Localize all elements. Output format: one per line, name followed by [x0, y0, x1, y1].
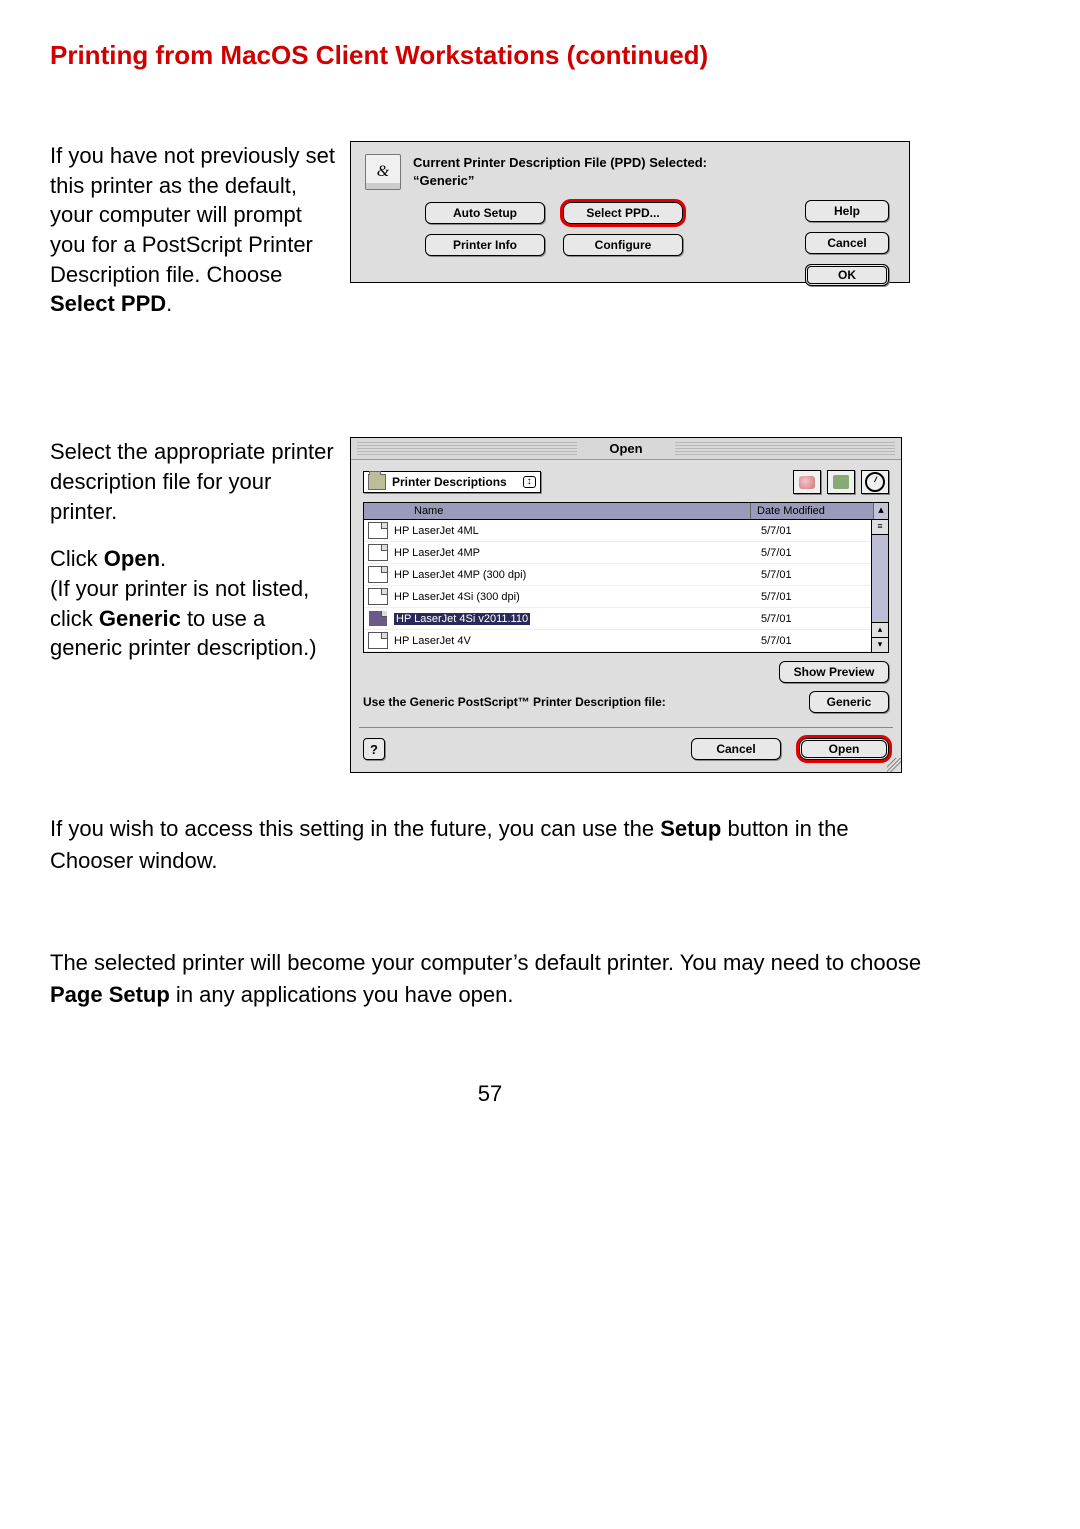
generic-label: Use the Generic PostScript™ Printer Desc… — [363, 695, 666, 709]
file-name: HP LaserJet 4Si v2011.110 — [394, 613, 761, 625]
column-name-header[interactable]: Name — [364, 503, 751, 519]
disk-icon — [799, 476, 815, 489]
auto-setup-button[interactable]: Auto Setup — [425, 202, 545, 224]
file-date: 5/7/01 — [761, 525, 867, 537]
column-date-header[interactable]: Date Modified — [751, 503, 874, 519]
open-cancel-button[interactable]: Cancel — [691, 738, 781, 760]
folder-popup[interactable]: Printer Descriptions ↕ — [363, 471, 541, 493]
open-confirm-button[interactable]: Open — [799, 738, 889, 760]
scrollbar[interactable]: ≡ ▴ ▾ — [871, 520, 888, 652]
popup-arrows-icon: ↕ — [523, 476, 536, 488]
printer-info-button[interactable]: Printer Info — [425, 234, 545, 256]
after1-pre: If you wish to access this setting in th… — [50, 816, 660, 841]
instr1-bold: Select PPD — [50, 291, 166, 316]
shortcut-button[interactable] — [793, 470, 821, 494]
scroll-thumb-icon[interactable]: ≡ — [872, 520, 888, 535]
file-row[interactable]: HP LaserJet 4ML5/7/01 — [364, 520, 871, 542]
configure-button[interactable]: Configure — [563, 234, 683, 256]
file-row[interactable]: HP LaserJet 4Si (300 dpi)5/7/01 — [364, 586, 871, 608]
scroll-up-button[interactable]: ▴ — [872, 622, 888, 637]
file-name: HP LaserJet 4Si (300 dpi) — [394, 591, 761, 603]
sort-indicator[interactable]: ▴ — [874, 503, 888, 519]
page-heading: Printing from MacOS Client Workstations … — [50, 40, 930, 71]
document-icon — [368, 566, 388, 583]
instruction-block-1: If you have not previously set this prin… — [50, 141, 350, 337]
file-name: HP LaserJet 4MP (300 dpi) — [394, 569, 761, 581]
file-row[interactable]: HP LaserJet 4MP (300 dpi)5/7/01 — [364, 564, 871, 586]
resize-handle-icon[interactable] — [887, 758, 901, 772]
after-text-2: The selected printer will become your co… — [50, 947, 930, 1011]
desktop-button[interactable] — [827, 470, 855, 494]
divider — [359, 727, 893, 728]
file-name: HP LaserJet 4V — [394, 635, 761, 647]
ppd-dialog-subtitle: “Generic” — [413, 173, 474, 188]
clock-icon — [865, 472, 885, 492]
instr1-text: If you have not previously set this prin… — [50, 143, 335, 287]
ppd-dialog: & Current Printer Description File (PPD)… — [350, 141, 910, 283]
document-icon — [368, 610, 388, 627]
file-row[interactable]: HP LaserJet 4V5/7/01 — [364, 630, 871, 652]
folder-icon — [368, 474, 386, 490]
help-icon-button[interactable]: ? — [363, 738, 385, 760]
document-icon — [368, 522, 388, 539]
document-icon — [368, 544, 388, 561]
instr1-post: . — [166, 291, 172, 316]
instr2-p2-pre: Click — [50, 546, 104, 571]
ok-button[interactable]: OK — [805, 264, 889, 286]
help-button[interactable]: Help — [805, 200, 889, 222]
file-date: 5/7/01 — [761, 613, 867, 625]
after-text-1: If you wish to access this setting in th… — [50, 813, 930, 877]
file-date: 5/7/01 — [761, 569, 867, 581]
file-list: Name Date Modified ▴ HP LaserJet 4ML5/7/… — [363, 502, 889, 653]
file-date: 5/7/01 — [761, 635, 867, 647]
instr2-p2-bold: Open — [104, 546, 160, 571]
after2-bold: Page Setup — [50, 982, 170, 1007]
document-icon — [368, 632, 388, 649]
file-date: 5/7/01 — [761, 547, 867, 559]
instruction-block-2: Select the appropriate printer descripti… — [50, 437, 350, 681]
show-preview-button[interactable]: Show Preview — [779, 661, 889, 683]
printer-icon: & — [365, 154, 401, 190]
after2-post: in any applications you have open. — [170, 982, 514, 1007]
generic-button[interactable]: Generic — [809, 691, 889, 713]
page-number: 57 — [50, 1081, 930, 1107]
open-dialog: Open Printer Descriptions ↕ Name Date Mo… — [350, 437, 902, 773]
instr2-p3-bold: Generic — [99, 606, 181, 631]
document-icon — [368, 588, 388, 605]
scroll-track[interactable] — [872, 535, 888, 622]
after2-pre: The selected printer will become your co… — [50, 950, 921, 975]
file-name: HP LaserJet 4MP — [394, 547, 761, 559]
folder-popup-label: Printer Descriptions — [392, 475, 507, 489]
open-dialog-title: Open — [599, 441, 652, 456]
file-row[interactable]: HP LaserJet 4Si v2011.1105/7/01 — [364, 608, 871, 630]
instr2-p2-post: . — [160, 546, 166, 571]
scroll-down-button[interactable]: ▾ — [872, 637, 888, 652]
file-name: HP LaserJet 4ML — [394, 525, 761, 537]
after1-bold: Setup — [660, 816, 721, 841]
desktop-icon — [833, 475, 849, 489]
instr2-p1: Select the appropriate printer descripti… — [50, 437, 340, 526]
select-ppd-button[interactable]: Select PPD... — [563, 202, 683, 224]
recent-button[interactable] — [861, 470, 889, 494]
cancel-button[interactable]: Cancel — [805, 232, 889, 254]
file-date: 5/7/01 — [761, 591, 867, 603]
ppd-dialog-title: Current Printer Description File (PPD) S… — [413, 155, 707, 170]
file-row[interactable]: HP LaserJet 4MP5/7/01 — [364, 542, 871, 564]
